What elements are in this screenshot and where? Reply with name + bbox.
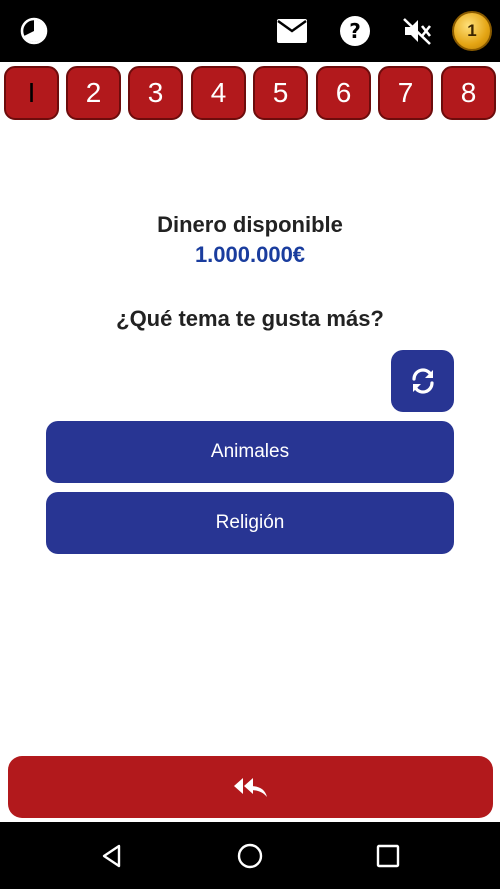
- recents-square-icon[interactable]: [370, 838, 406, 874]
- step-6[interactable]: 6: [316, 66, 371, 120]
- refresh-icon: [411, 368, 434, 394]
- step-7[interactable]: 7: [378, 66, 433, 120]
- refresh-button[interactable]: [391, 350, 454, 412]
- step-4[interactable]: 4: [191, 66, 246, 120]
- step-2[interactable]: 2: [66, 66, 121, 120]
- coin-count: 1: [467, 21, 477, 40]
- step-1[interactable]: I: [4, 66, 59, 120]
- timer-icon[interactable]: [16, 13, 52, 49]
- step-8[interactable]: 8: [441, 66, 496, 120]
- system-nav-bar: [0, 822, 500, 889]
- back-triangle-icon[interactable]: [94, 838, 130, 874]
- level-steps: I 2 3 4 5 6 7 8: [0, 64, 500, 122]
- svg-text:?: ?: [349, 19, 361, 43]
- option-button-religion[interactable]: Religión: [46, 492, 454, 554]
- back-button[interactable]: [8, 756, 493, 818]
- top-bar: ? 1: [0, 0, 500, 62]
- home-circle-icon[interactable]: [232, 838, 268, 874]
- reply-all-icon: [233, 778, 267, 797]
- option-button-animales[interactable]: Animales: [46, 421, 454, 483]
- step-3[interactable]: 3: [128, 66, 183, 120]
- mute-icon[interactable]: [399, 13, 435, 49]
- money-value: 1.000.000€: [194, 242, 306, 267]
- help-icon[interactable]: ?: [337, 13, 373, 49]
- question-text: ¿Qué tema te gusta más?: [116, 306, 384, 331]
- mail-icon[interactable]: [274, 13, 310, 49]
- money-title: Dinero disponible: [157, 212, 343, 237]
- step-5[interactable]: 5: [253, 66, 308, 120]
- coin-icon: 1: [452, 11, 492, 51]
